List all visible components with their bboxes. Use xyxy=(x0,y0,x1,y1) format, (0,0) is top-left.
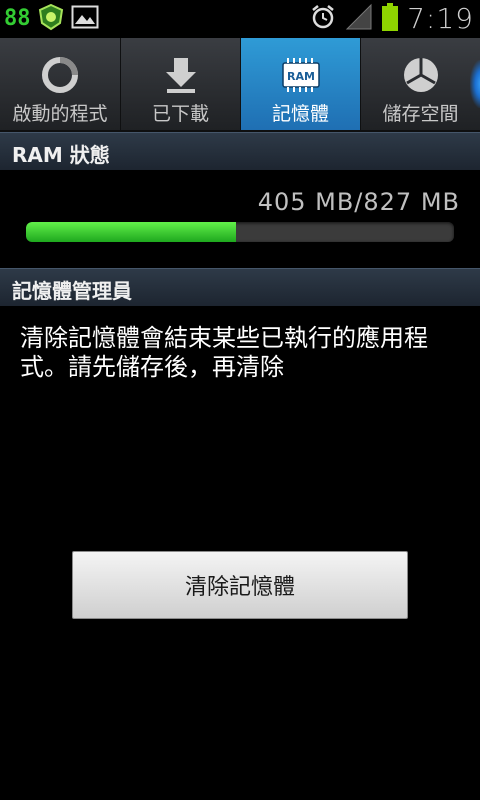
tab-storage[interactable]: 儲存空間 xyxy=(360,38,480,130)
ram-icon: RAM xyxy=(279,55,323,95)
storage-pie-icon xyxy=(399,55,443,95)
tab-running-apps[interactable]: 啟動的程式 xyxy=(0,38,120,130)
ram-progress-bar xyxy=(26,222,454,242)
notification-count: 88 xyxy=(4,6,31,31)
ram-progress-fill xyxy=(26,222,236,242)
battery-icon xyxy=(381,2,399,36)
clock: 7:19 xyxy=(407,2,474,35)
clear-memory-button[interactable]: 清除記憶體 xyxy=(72,551,408,619)
shield-app-icon xyxy=(37,3,65,35)
tab-downloaded[interactable]: 已下載 xyxy=(120,38,240,130)
tab-downloaded-label: 已下載 xyxy=(151,103,209,125)
ram-total: 827 MB xyxy=(363,188,460,216)
tab-running-apps-label: 啟動的程式 xyxy=(12,103,108,125)
tab-memory-label: 記憶體 xyxy=(271,103,329,125)
ram-icon-text: RAM xyxy=(287,70,315,83)
status-bar: 88 7:19 xyxy=(0,0,480,38)
download-icon xyxy=(159,55,203,95)
ram-status-header: RAM 狀態 xyxy=(0,132,480,170)
tab-storage-label: 儲存空間 xyxy=(382,103,459,125)
tab-memory[interactable]: RAM 記憶體 xyxy=(240,38,360,130)
picture-icon xyxy=(71,4,99,34)
status-bar-notifications: 88 xyxy=(4,3,99,35)
scroll-glow xyxy=(470,60,480,108)
clear-memory-button-label: 清除記憶體 xyxy=(184,575,295,600)
signal-icon xyxy=(345,3,373,35)
status-bar-system: 7:19 xyxy=(309,2,474,36)
memory-manager-title: 記憶體管理員 xyxy=(12,279,132,303)
ram-status-title: RAM 狀態 xyxy=(12,143,110,167)
memory-manager-header: 記憶體管理員 xyxy=(0,268,480,306)
running-apps-icon xyxy=(38,55,82,95)
tab-bar: 啟動的程式 已下載 RAM 記憶體 儲存空間 xyxy=(0,38,480,132)
alarm-icon xyxy=(309,3,337,35)
memory-manager-description: 清除記憶體會結束某些已執行的應用程式。請先儲存後，再清除 xyxy=(20,324,428,381)
ram-usage-text: 405 MB/827 MB xyxy=(258,188,460,216)
ram-used: 405 MB xyxy=(257,188,355,216)
